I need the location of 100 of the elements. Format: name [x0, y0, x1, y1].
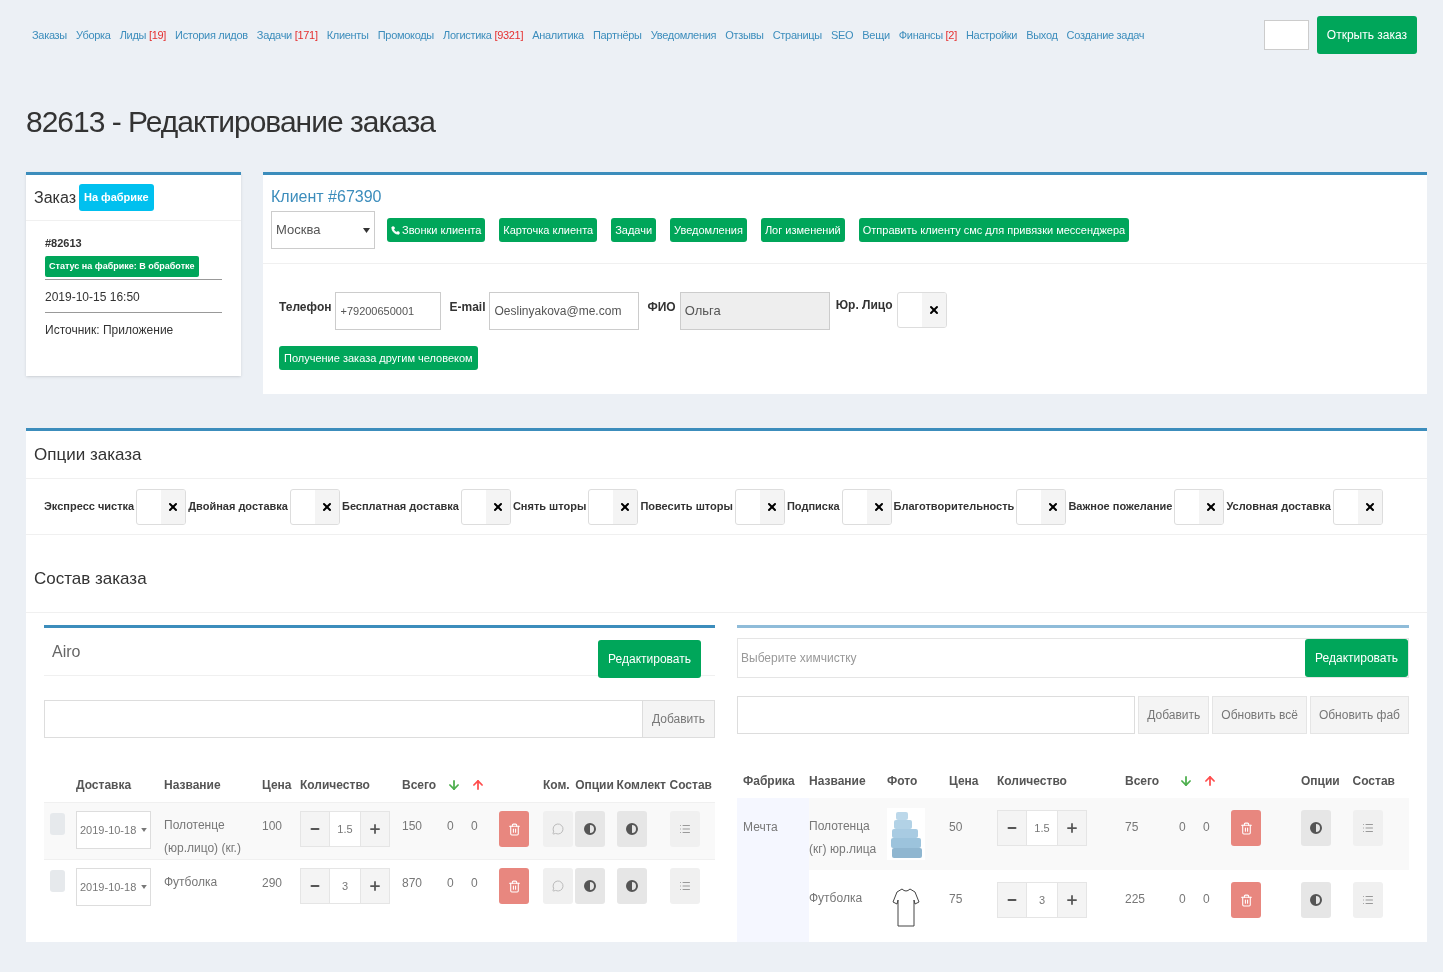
table-cell: 0 — [1203, 820, 1210, 834]
order-search-field[interactable] — [1263, 20, 1309, 50]
nav-link[interactable]: Лиды [19] — [119, 26, 167, 44]
count-label: [171] — [294, 28, 318, 41]
nav-link[interactable]: Промокоды — [377, 26, 434, 44]
set-button[interactable] — [616, 868, 647, 904]
toggle-switch[interactable] — [1016, 488, 1067, 525]
option-label: Двойная доставка — [188, 499, 288, 515]
nav-link[interactable]: Страницы — [772, 26, 822, 44]
toggle-switch[interactable] — [289, 488, 340, 525]
nav-link[interactable]: Финансы [2] — [898, 26, 957, 44]
nav-link[interactable]: Выход — [1026, 26, 1058, 44]
city-select[interactable]: Москва — [271, 211, 375, 249]
close-icon — [167, 500, 180, 513]
action-button[interactable]: Уведомления — [670, 218, 747, 242]
action-button[interactable]: Задачи — [611, 218, 657, 242]
delivery-date-select[interactable]: 2019-10-18 — [76, 868, 151, 906]
caret-icon — [141, 885, 147, 889]
delete-button[interactable] — [499, 868, 529, 904]
add-item-field[interactable] — [737, 696, 1136, 734]
toggle-switch[interactable] — [896, 292, 947, 328]
quantity-field[interactable]: 3 — [330, 868, 360, 904]
table-cell: 50 — [949, 820, 963, 834]
trash-icon — [507, 879, 521, 893]
nav-link[interactable]: Аналитика — [532, 26, 584, 44]
plus-button[interactable] — [1057, 882, 1087, 918]
column-header: Состав — [669, 778, 712, 792]
nav-link[interactable]: Логистика [9321] — [442, 26, 524, 44]
plus-icon — [1065, 893, 1079, 907]
action-button[interactable]: Карточка клиента — [499, 218, 598, 242]
toggle-switch[interactable] — [734, 488, 785, 525]
action-button[interactable]: Редактировать — [1305, 639, 1408, 677]
row-checkbox[interactable] — [50, 870, 65, 892]
delivery-date-select[interactable]: 2019-10-18 — [76, 811, 151, 849]
action-button[interactable]: Звонки клиента — [387, 218, 486, 242]
update-all-button[interactable]: Обновить всё — [1212, 696, 1307, 734]
nav-link[interactable]: Задачи [171] — [256, 26, 318, 44]
set-button[interactable] — [616, 811, 647, 847]
nav-link[interactable]: Уборка — [75, 26, 111, 44]
action-button[interactable]: Открыть заказ — [1316, 16, 1417, 54]
caret-icon — [141, 828, 147, 832]
nav-link[interactable]: Отзывы — [725, 26, 764, 44]
count-label: [19] — [148, 28, 167, 41]
dry-cleaner-select[interactable]: Выберите химчистку — [738, 649, 1306, 667]
plus-button[interactable] — [1057, 810, 1087, 846]
option-label: Повесить шторы — [640, 499, 733, 515]
order-source: Источник: Приложение — [45, 323, 174, 337]
toggle-switch[interactable] — [136, 488, 187, 525]
toggle-switch[interactable] — [460, 488, 511, 525]
toggle-switch[interactable] — [1174, 488, 1225, 525]
option-label: Условная доставка — [1226, 499, 1331, 515]
quantity-field[interactable]: 1.5 — [1027, 810, 1057, 846]
table-cell: 870 — [402, 876, 423, 890]
column-header: Количество — [300, 778, 370, 792]
phone-field[interactable]: +79200650001 — [335, 292, 442, 330]
delete-button[interactable] — [1231, 882, 1261, 918]
delete-button[interactable] — [499, 811, 529, 847]
action-button[interactable]: Получение заказа другим человеком — [279, 346, 478, 370]
factory-title: Airo — [52, 642, 81, 662]
arrow-up-icon — [1203, 774, 1217, 788]
nav-link[interactable]: Вещи — [862, 26, 890, 44]
table-cell: 0 — [447, 876, 454, 890]
close-icon — [320, 500, 333, 513]
plus-button[interactable] — [360, 868, 390, 904]
count-label: [2] — [945, 28, 957, 41]
nav-link[interactable]: Заказы — [32, 26, 67, 44]
option-label: Экспресс чистка — [44, 499, 135, 515]
half-circle-icon — [1310, 822, 1322, 834]
option-label: Снять шторы — [512, 499, 587, 515]
action-button[interactable]: Отправить клиенту смс для привязки мессенджера — [858, 218, 1130, 242]
email-field[interactable]: Oeslinyakova@me.com — [489, 292, 640, 330]
half-circle-icon — [584, 823, 597, 835]
nav-link[interactable]: Настройки — [965, 26, 1018, 44]
nav-link[interactable]: История лидов — [175, 26, 248, 44]
options-button[interactable] — [1301, 810, 1331, 846]
nav-link[interactable]: Создание задач — [1066, 26, 1145, 44]
quantity-field[interactable]: 1.5 — [330, 811, 360, 847]
nav-link[interactable]: Клиенты — [326, 26, 369, 44]
close-icon — [619, 500, 632, 513]
quantity-field[interactable]: 3 — [1027, 882, 1057, 918]
action-button[interactable]: Лог изменений — [760, 218, 845, 242]
column-header: Опции — [1301, 774, 1340, 788]
toggle-switch[interactable] — [841, 488, 892, 525]
nav-link[interactable]: SEO — [830, 26, 854, 44]
table-cell: 0 — [1179, 892, 1186, 906]
section-title: Опции заказа — [34, 443, 142, 466]
update-factory-button[interactable]: Обновить фаб — [1309, 696, 1409, 734]
nav-link[interactable]: Партнёры — [592, 26, 642, 44]
options-button[interactable] — [575, 811, 606, 847]
plus-button[interactable] — [360, 811, 390, 847]
nav-link[interactable]: Уведомления — [650, 26, 717, 44]
add-button[interactable]: Добавить — [1138, 696, 1210, 734]
name-field[interactable]: Ольга — [679, 292, 830, 330]
table-cell: 150 — [402, 819, 423, 833]
toggle-switch[interactable] — [1332, 488, 1383, 525]
options-button[interactable] — [575, 868, 606, 904]
options-button[interactable] — [1301, 882, 1331, 918]
delete-button[interactable] — [1231, 810, 1261, 846]
toggle-switch[interactable] — [588, 488, 639, 525]
action-button[interactable]: Редактировать — [598, 640, 701, 678]
